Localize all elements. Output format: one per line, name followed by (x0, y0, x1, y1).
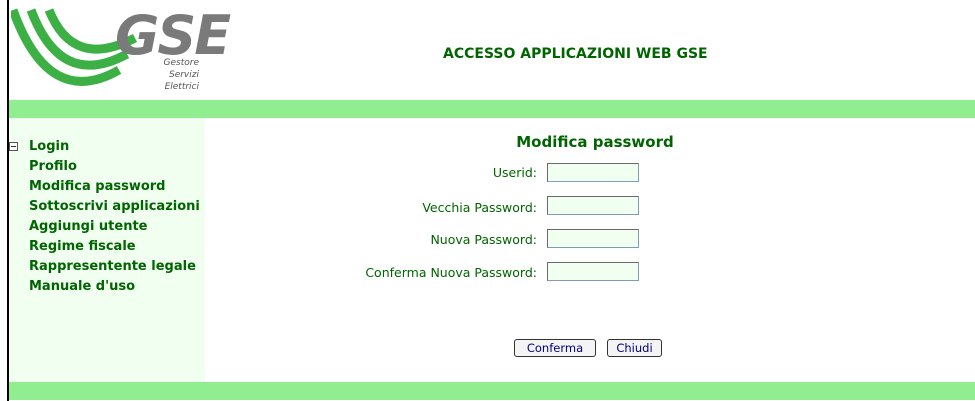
userid-label: Userid: (492, 165, 537, 180)
top-green-bar (9, 100, 975, 118)
confirm-new-password-label: Conferma Nuova Password: (365, 265, 537, 280)
sidebar-item-profilo[interactable]: Profilo (9, 157, 200, 177)
page-title: ACCESSO APPLICAZIONI WEB GSE (443, 46, 708, 62)
sidebar-item-regime-fiscale[interactable]: Regime fiscale (9, 237, 200, 257)
logo-subtitle-line: Elettrici (164, 82, 199, 92)
new-password-input[interactable] (547, 229, 639, 248)
new-password-label: Nuova Password: (430, 232, 537, 247)
old-password-label: Vecchia Password: (422, 200, 537, 215)
collapse-icon[interactable] (9, 142, 18, 151)
main-content: Modifica password Userid: Vecchia Passwo… (205, 118, 975, 382)
logo-subtitle-line: Gestore (163, 58, 199, 68)
gse-logo: GSE Gestore Servizi Elettrici (11, 4, 231, 100)
sidebar-item-manuale-uso[interactable]: Manuale d'uso (9, 277, 200, 297)
sidebar: Login Profilo Modifica password Sottoscr… (9, 118, 205, 382)
header: GSE Gestore Servizi Elettrici ACCESSO AP… (9, 0, 975, 100)
userid-input[interactable] (547, 163, 639, 182)
logo-subtitle-line: Servizi (168, 70, 199, 80)
confirm-button[interactable]: Conferma (514, 339, 596, 357)
logo-subtitle: Gestore Servizi Elettrici (164, 57, 199, 93)
close-button[interactable]: Chiudi (607, 339, 662, 357)
confirm-new-password-input[interactable] (547, 262, 639, 281)
sidebar-item-modifica-password[interactable]: Modifica password (9, 177, 200, 197)
sidebar-item-rappresentante-legale[interactable]: Rappresentente legale (9, 257, 200, 277)
sidebar-item-label: Login (29, 139, 70, 154)
bottom-green-bar (9, 382, 975, 400)
sidebar-item-login[interactable]: Login (9, 137, 200, 157)
form-title: Modifica password (516, 133, 674, 151)
old-password-input[interactable] (547, 196, 639, 215)
sidebar-menu: Login Profilo Modifica password Sottoscr… (9, 137, 200, 297)
sidebar-item-aggiungi-utente[interactable]: Aggiungi utente (9, 217, 200, 237)
sidebar-item-sottoscrivi-applicazioni[interactable]: Sottoscrivi applicazioni (9, 197, 200, 217)
